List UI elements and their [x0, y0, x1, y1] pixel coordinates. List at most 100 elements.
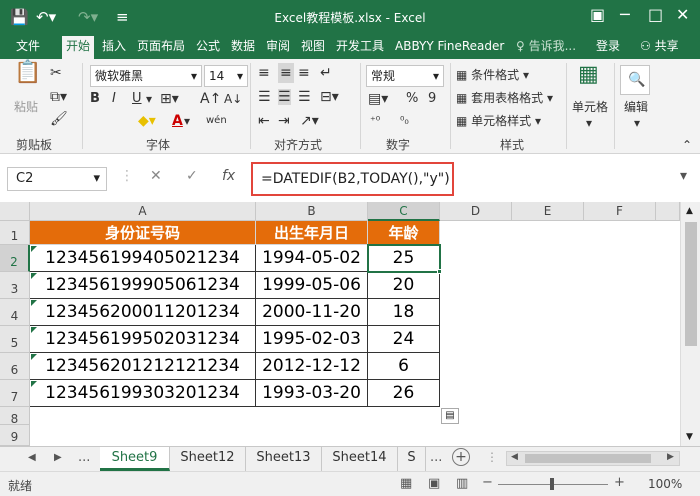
orientation-icon[interactable]: ↗▾ [300, 113, 319, 129]
find-button[interactable]: 🔍 [620, 65, 650, 95]
paste-icon[interactable]: 📋 [14, 62, 41, 84]
row-header-2[interactable]: 2 [0, 245, 30, 272]
conditional-format-button[interactable]: ▦ 条件格式 ▾ [456, 67, 529, 83]
column-header-c[interactable]: C [368, 202, 440, 221]
more-sheets-icon[interactable]: ... [78, 450, 90, 465]
cells-button-label[interactable]: 单元格 [572, 99, 608, 115]
birthdate-cell[interactable]: 1995-02-03 [256, 326, 368, 353]
row-header-8[interactable]: 8 [0, 407, 30, 426]
share-button[interactable]: ⚇ 共享 [640, 38, 679, 55]
tab-home[interactable]: 开始 [62, 36, 95, 59]
scroll-thumb[interactable] [685, 222, 697, 346]
tab-insert[interactable]: 插入 [102, 38, 126, 55]
column-header-e[interactable]: E [512, 202, 584, 221]
quick-analysis-icon[interactable]: ▤ [441, 408, 459, 424]
age-cell[interactable]: 6 [368, 353, 440, 380]
split-handle-icon[interactable]: ⋮ [486, 450, 498, 464]
fill-handle[interactable] [437, 269, 442, 274]
age-cell[interactable]: 26 [368, 380, 440, 407]
cells-icon[interactable]: ▦ [578, 64, 599, 86]
column-header-f[interactable]: F [584, 202, 656, 221]
scroll-left-icon[interactable]: ◀ [511, 452, 518, 462]
decrease-decimal-icon[interactable]: ⁰₀ [400, 113, 409, 129]
align-middle-icon[interactable]: ≡ [278, 63, 294, 83]
expand-formula-icon[interactable]: ▾ [680, 168, 687, 184]
tab-page-layout[interactable]: 页面布局 [137, 38, 185, 55]
chevron-down-icon[interactable]: ▾ [586, 115, 592, 131]
cell-styles-button[interactable]: ▦ 单元格样式 ▾ [456, 113, 541, 129]
border-icon[interactable]: ⊞▾ [160, 91, 179, 107]
vertical-scrollbar[interactable]: ▲ ▼ [680, 202, 700, 446]
bold-button[interactable]: B [90, 91, 100, 107]
underline-button[interactable]: U [132, 91, 142, 107]
phonetic-button[interactable]: wén [206, 113, 227, 129]
page-break-view-icon[interactable]: ▥ [456, 476, 468, 491]
minimize-icon[interactable]: ─ [620, 5, 630, 24]
format-painter-icon[interactable]: 🖌 [50, 111, 68, 127]
tab-data[interactable]: 数据 [231, 38, 255, 55]
align-left-icon[interactable]: ☰ [258, 89, 271, 105]
close-icon[interactable]: ✕ [676, 5, 689, 24]
scroll-up-icon[interactable]: ▲ [686, 206, 693, 216]
sheet-tab-truncated[interactable]: S [398, 447, 426, 471]
decrease-font-icon[interactable]: A↓ [224, 91, 242, 107]
age-cell[interactable]: 24 [368, 326, 440, 353]
header-cell-age[interactable]: 年龄 [368, 221, 440, 245]
insert-function-icon[interactable]: fx [222, 168, 235, 184]
decrease-indent-icon[interactable]: ⇤ [258, 113, 270, 129]
sheet-tab-sheet14[interactable]: Sheet14 [322, 447, 398, 471]
birthdate-cell[interactable]: 1994-05-02 [256, 245, 368, 272]
sheet-tab-sheet13[interactable]: Sheet13 [246, 447, 322, 471]
cut-icon[interactable]: ✂ [50, 65, 62, 81]
age-cell[interactable]: 20 [368, 272, 440, 299]
sheet-tab-sheet9[interactable]: Sheet9 [100, 447, 170, 471]
id-cell[interactable]: 123456201212121234 [30, 353, 256, 380]
merge-center-icon[interactable]: ⊟▾ [320, 89, 339, 105]
id-cell[interactable]: 123456200011201234 [30, 299, 256, 326]
column-header-b[interactable]: B [256, 202, 368, 221]
horizontal-scroll-thumb[interactable] [525, 454, 651, 463]
row-header-1[interactable]: 1 [0, 221, 30, 245]
birthdate-cell[interactable]: 2012-12-12 [256, 353, 368, 380]
prev-sheet-icon[interactable]: ◀ [28, 452, 36, 463]
wrap-text-icon[interactable]: ↵ [320, 65, 332, 81]
copy-icon[interactable]: ⧉▾ [50, 89, 67, 105]
tab-developer[interactable]: 开发工具 [336, 38, 384, 55]
cancel-icon[interactable]: ✕ [150, 168, 162, 184]
birthdate-cell[interactable]: 2000-11-20 [256, 299, 368, 326]
fill-color-icon[interactable]: ◆▾ [138, 113, 156, 129]
horizontal-scrollbar[interactable]: ◀ ▶ [506, 451, 680, 466]
scroll-right-icon[interactable]: ▶ [667, 452, 674, 462]
row-header-9[interactable]: 9 [0, 425, 30, 446]
header-cell-birthdate[interactable]: 出生年月日 [256, 221, 368, 245]
column-header-a[interactable]: A [30, 202, 256, 221]
zoom-level[interactable]: 100% [648, 477, 682, 491]
id-cell[interactable]: 123456199405021234 [30, 245, 256, 272]
sign-in-link[interactable]: 登录 [596, 38, 620, 55]
percent-button[interactable]: % [406, 91, 418, 107]
maximize-icon[interactable]: □ [648, 5, 663, 24]
row-header-6[interactable]: 6 [0, 353, 30, 380]
italic-button[interactable]: I [112, 91, 116, 107]
tab-file[interactable]: 文件 [16, 38, 40, 55]
comma-button[interactable]: 9 [428, 91, 436, 107]
increase-decimal-icon[interactable]: ⁺⁰ [370, 113, 380, 129]
chevron-down-icon[interactable]: ▾ [634, 115, 640, 131]
row-header-3[interactable]: 3 [0, 272, 30, 299]
font-size-dropdown[interactable]: 14 ▾ [204, 65, 248, 87]
paste-label[interactable]: 粘贴 [14, 99, 38, 115]
age-cell[interactable]: 18 [368, 299, 440, 326]
format-as-table-button[interactable]: ▦ 套用表格格式 ▾ [456, 90, 553, 106]
number-format-dropdown[interactable]: 常规 ▾ [366, 65, 444, 87]
normal-view-icon[interactable]: ▦ [400, 476, 412, 491]
font-name-dropdown[interactable]: 微软雅黑 ▾ [90, 65, 202, 87]
scroll-down-icon[interactable]: ▼ [686, 432, 693, 442]
column-header-d[interactable]: D [440, 202, 512, 221]
id-cell[interactable]: 123456199303201234 [30, 380, 256, 407]
align-top-icon[interactable]: ≡ [258, 65, 270, 81]
collapse-ribbon-icon[interactable]: ⌃ [682, 137, 692, 153]
tell-me-search[interactable]: ♀ 告诉我... [516, 38, 576, 55]
align-right-icon[interactable]: ☰ [298, 89, 311, 105]
header-cell-id[interactable]: 身份证号码 [30, 221, 256, 245]
align-bottom-icon[interactable]: ≡ [298, 65, 310, 81]
